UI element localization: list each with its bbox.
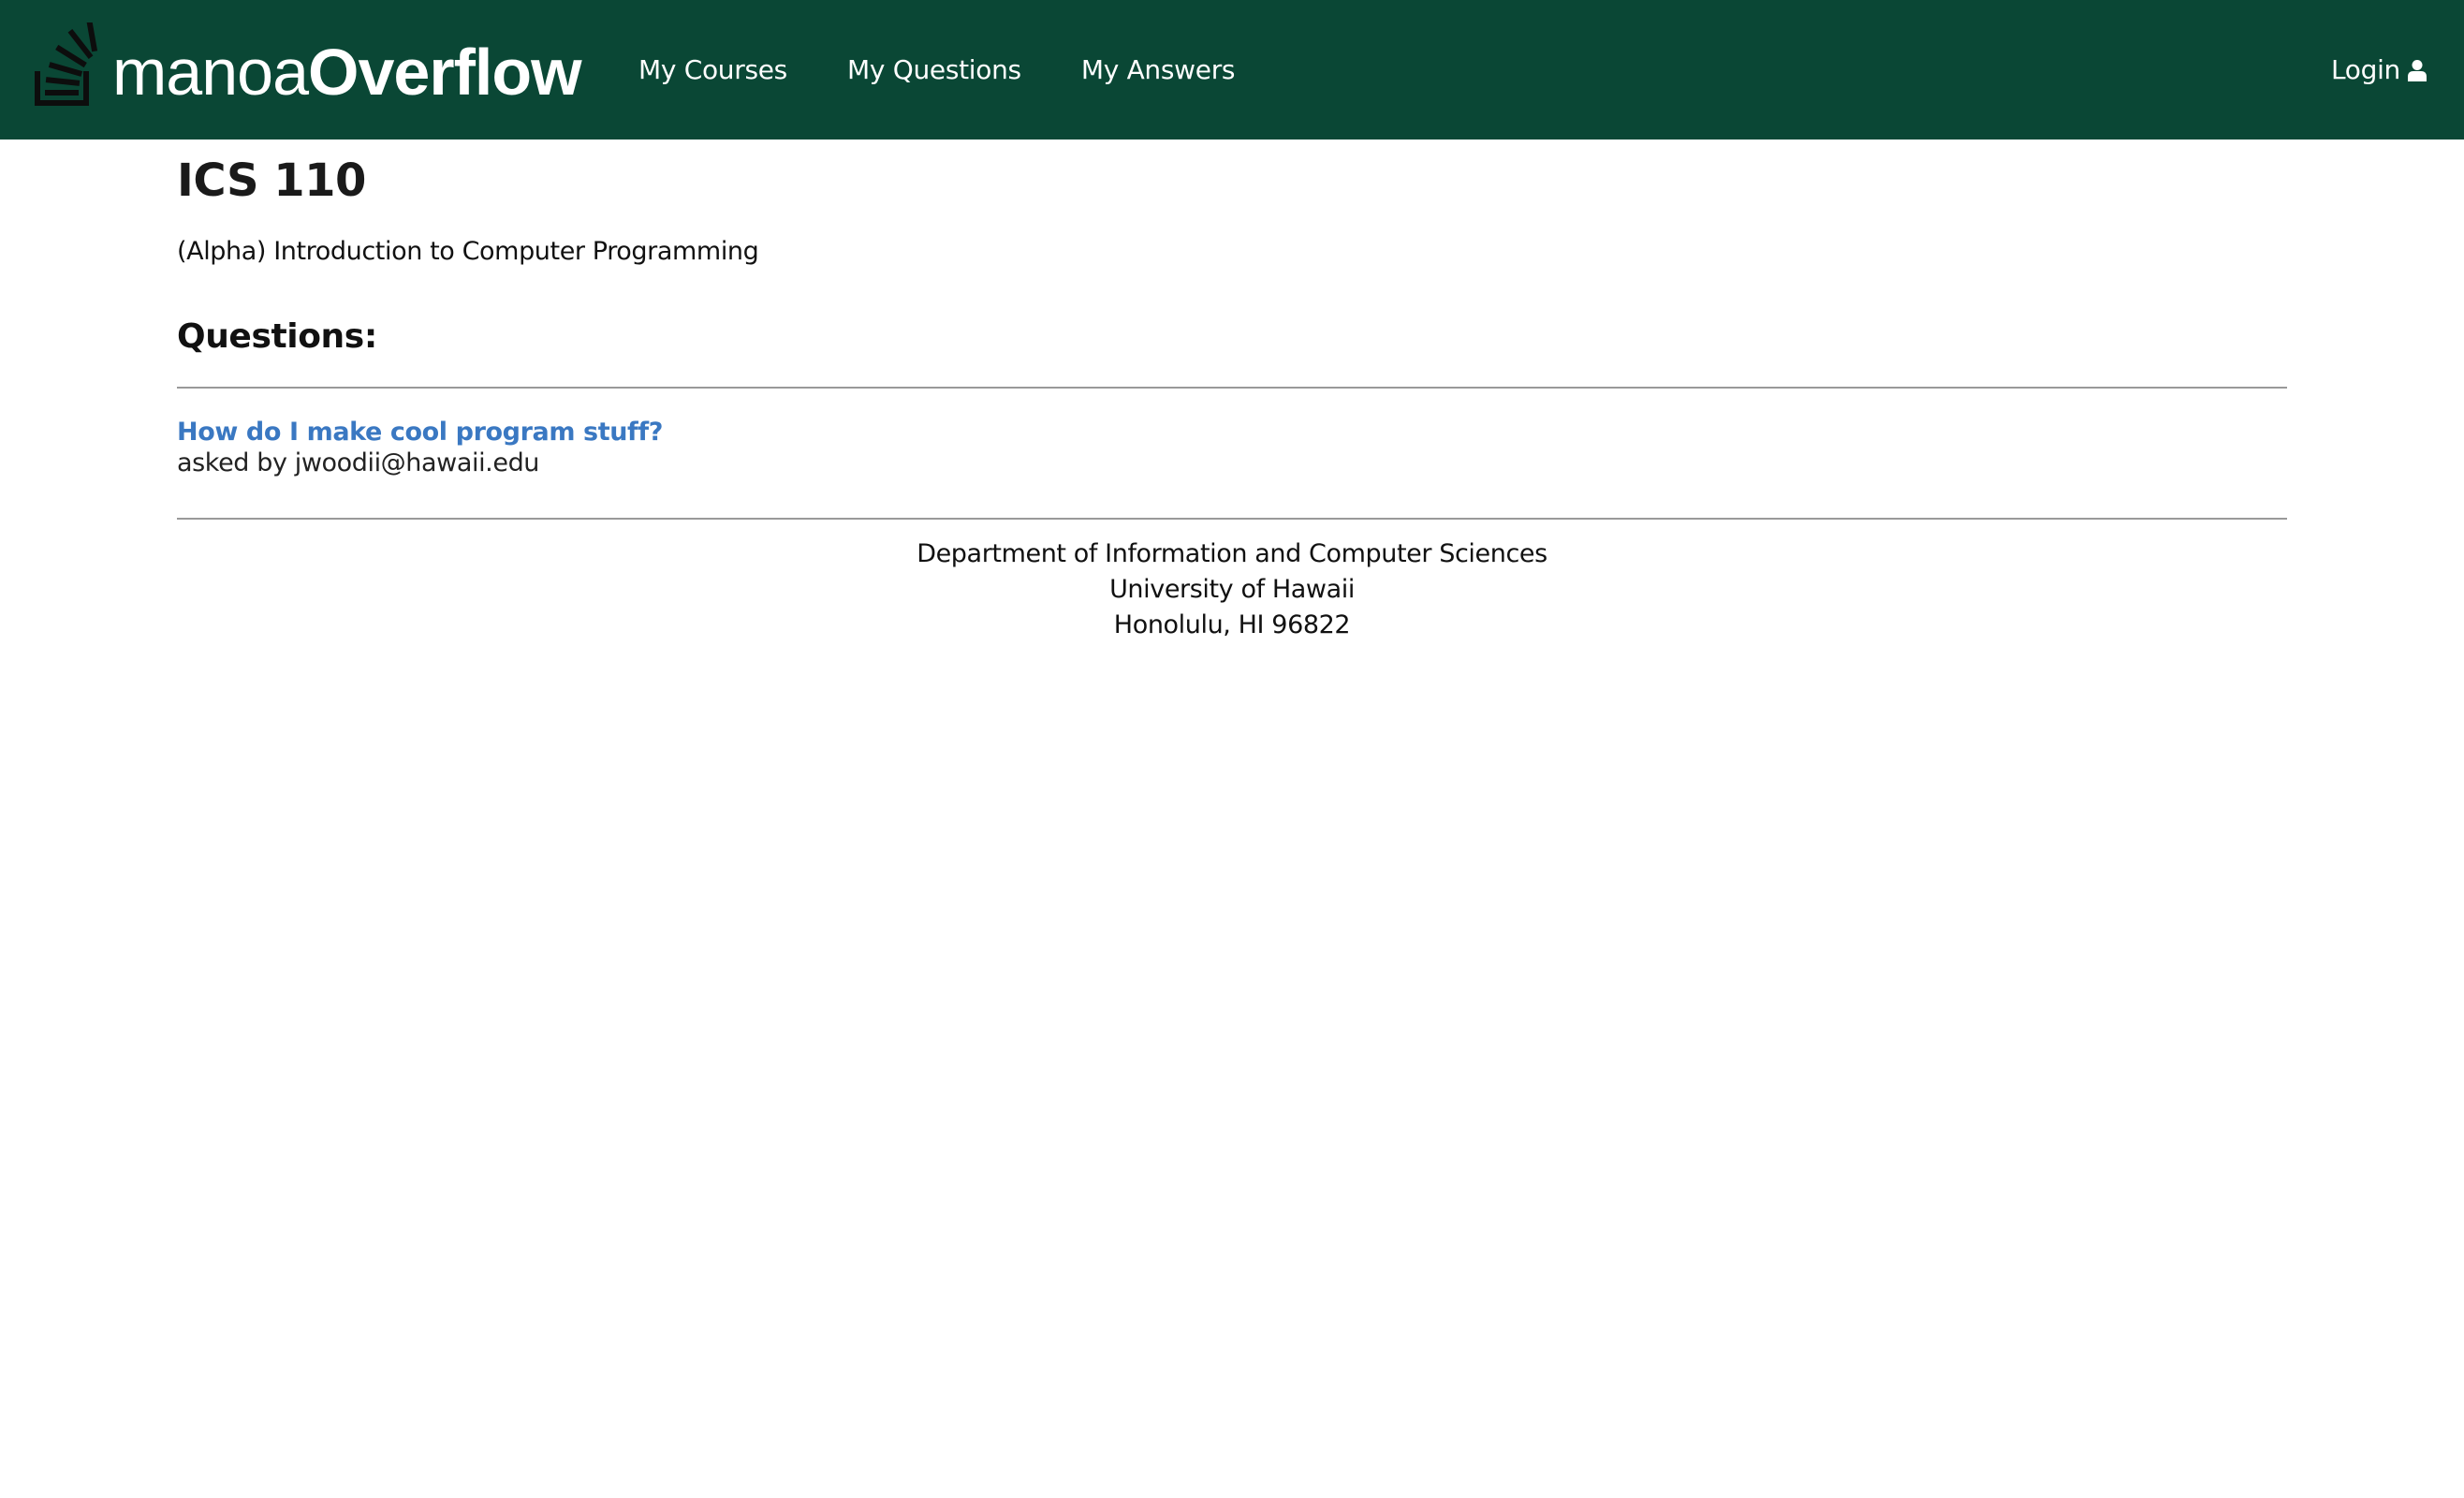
footer-address: Honolulu, HI 96822 xyxy=(1113,610,1351,639)
question-list-item: How do I make cool program stuff? asked … xyxy=(177,417,663,478)
brand-prefix: manoa xyxy=(112,36,309,109)
nav-my-answers[interactable]: My Answers xyxy=(1081,54,1236,85)
question-title-link[interactable]: How do I make cool program stuff? xyxy=(177,417,663,448)
login-label: Login xyxy=(2330,54,2400,85)
questions-divider-top xyxy=(177,387,2287,389)
question-asker: asked by jwoodii@hawaii.edu xyxy=(177,448,540,477)
footer-divider xyxy=(177,518,2287,520)
course-description: (Alpha) Introduction to Computer Program… xyxy=(177,237,759,266)
top-navbar: manoaOverflow My Courses My Questions My… xyxy=(0,0,2464,140)
nav-links: My Courses My Questions My Answers xyxy=(638,0,1295,140)
footer-university: University of Hawaii xyxy=(1109,575,1355,604)
nav-my-courses[interactable]: My Courses xyxy=(638,54,787,85)
questions-heading: Questions: xyxy=(177,317,377,356)
course-code-title: ICS 110 xyxy=(177,154,366,207)
nav-my-questions[interactable]: My Questions xyxy=(847,54,1021,85)
brand-name: manoaOverflow xyxy=(112,26,582,105)
page-footer: Department of Information and Computer S… xyxy=(177,536,2287,643)
brand-suffix: Overflow xyxy=(308,36,582,109)
brand-logo-link[interactable]: manoaOverflow xyxy=(32,19,582,112)
footer-department: Department of Information and Computer S… xyxy=(917,539,1547,568)
user-icon xyxy=(2408,59,2427,81)
stack-logo-icon xyxy=(35,22,98,106)
login-button[interactable]: Login xyxy=(2331,0,2427,140)
